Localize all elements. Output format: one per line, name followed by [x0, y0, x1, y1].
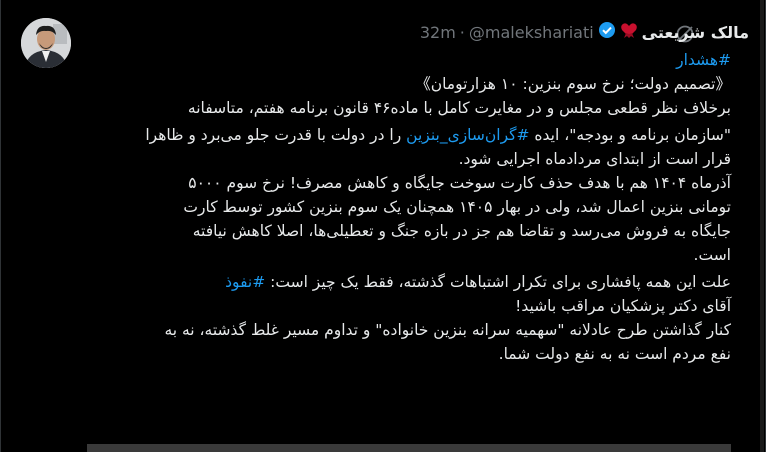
hashtag-link[interactable]: #گران‌سازی_بنزین: [406, 126, 529, 144]
hashtag-link[interactable]: #نفوذ: [225, 273, 265, 291]
tweet-header: مالک شریعتی @malekshariati · 32m: [420, 18, 749, 46]
tweet-line: برخلاف نظر قطعی مجلس و در مغایرت کامل با…: [187, 99, 731, 117]
avatar[interactable]: [21, 18, 71, 68]
verified-badge-icon: [598, 21, 616, 43]
tweet-line: قرار است از ابتدای مردادماه اجرایی شود.: [458, 150, 731, 168]
tweet-line: آقای دکتر پزشکیان مراقب باشید!: [515, 297, 731, 315]
tweet-text-fragment: را در دولت با قدرت جلو می‌برد و ظاهرا: [145, 126, 407, 144]
tweet-line: جایگاه به فروش می‌رسد و تقاضا هم جز در ب…: [192, 222, 731, 240]
tweet-line: تومانی بنزین اعمال شد، ولی در بهار ۱۴۰۵ …: [183, 198, 731, 216]
tweet-text: #هشدار 《تصمیم دولت؛ نرخ سوم بنزین: ۱۰ هز…: [87, 48, 731, 366]
media-preview[interactable]: [87, 444, 731, 452]
tweet-text-fragment: "سازمان برنامه و بودجه"، ایده: [529, 126, 731, 144]
tweet-line: "سازمان برنامه و بودجه"، ایده #گران‌سازی…: [87, 123, 731, 147]
tweet-line: 《تصمیم دولت؛ نرخ سوم بنزین: ۱۰ هزارتومان…: [415, 75, 731, 93]
scrollbar[interactable]: [760, 0, 764, 452]
tweet-time[interactable]: 32m: [420, 23, 456, 42]
tweet-line: آذرماه ۱۴۰۴ هم با هدف حذف کارت سوخت جایگ…: [188, 174, 731, 192]
tweet-line: علت این همه پافشاری برای تکرار اشتباهات …: [87, 270, 731, 294]
author-handle[interactable]: @malekshariati: [469, 23, 594, 42]
author-name[interactable]: مالک شریعتی: [642, 23, 749, 42]
tweet-line: نفع مردم است نه به نفع دولت شما.: [498, 345, 731, 363]
heart-ribbon-icon: [620, 21, 638, 43]
separator-dot: ·: [459, 22, 465, 42]
hashtag-link[interactable]: #هشدار: [87, 48, 731, 72]
tweet-text-fragment: علت این همه پافشاری برای تکرار اشتباهات …: [265, 273, 731, 291]
tweet-card[interactable]: مالک شریعتی @malekshariati · 32m #هشدار …: [0, 0, 766, 452]
tweet-line: کنار گذاشتن طرح عادلانه "سهمیه سرانه بنز…: [164, 321, 731, 339]
tweet-line: است.: [693, 246, 731, 264]
